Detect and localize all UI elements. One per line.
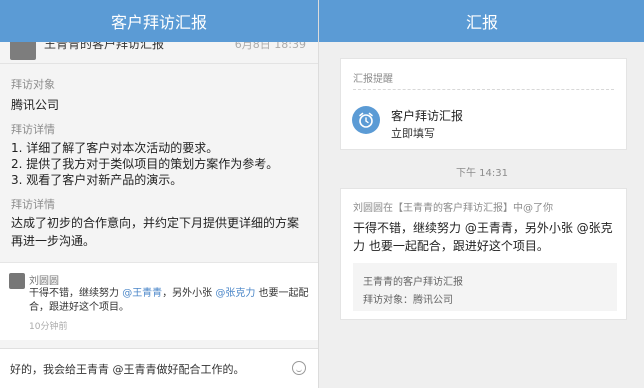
visit-detail-list: 1. 详细了解了客户对本次活动的要求。 2. 提供了我方对于类似项目的策划方案作… <box>11 140 311 188</box>
mention-header: 刘圆圆在【王青青的客户拜访汇报】中@了你 <box>353 203 553 214</box>
list-item: 1. 详细了解了客户对本次活动的要求。 <box>11 141 219 155</box>
alarm-clock-icon <box>352 106 380 134</box>
smiley-icon[interactable] <box>292 361 306 375</box>
visit-detail-label: 拜访详情 <box>11 123 55 136</box>
page-header: 汇报 <box>319 0 644 42</box>
comment-text-part: 干得不错，继续努力 <box>29 288 123 299</box>
report-detail-panel: 王青青的客户拜访汇报 6月8日 18:39 客户拜访汇报 拜访对象 腾讯公司 拜… <box>0 0 318 388</box>
reminder-label: 汇报提醒 <box>353 74 393 85</box>
comment-input[interactable]: 好的，我会给王青青 @王青青做好配合工作的。 <box>10 361 245 377</box>
mention-card[interactable]: 刘圆圆在【王青青的客户拜访汇报】中@了你 干得不错，继续努力 @王青青，另外小张… <box>340 188 627 320</box>
mention-link[interactable]: @张克力 <box>215 288 255 299</box>
comment-time: 10分钟前 <box>29 322 68 332</box>
page-title: 汇报 <box>465 13 498 32</box>
reminder-card[interactable]: 汇报提醒 客户拜访汇报 立即填写 <box>340 58 627 150</box>
commenter-avatar <box>9 273 25 289</box>
conclusion-label: 拜访详情 <box>11 198 55 211</box>
mention-message: 干得不错，继续努力 @王青青，另外小张 @张克力 也要一起配合，跟进好这个项目。 <box>353 221 613 253</box>
mention-link[interactable]: @王青青 <box>122 288 162 299</box>
commenter-name: 刘圆圆 <box>29 276 59 287</box>
list-item: 2. 提供了我方对于类似项目的策划方案作为参考。 <box>11 157 279 171</box>
comment-input-bar[interactable]: 好的，我会给王青青 @王青青做好配合工作的。 <box>0 348 318 388</box>
reference-subtitle: 拜访对象：腾讯公司 <box>363 295 453 306</box>
list-item: 3. 观看了客户对新产品的演示。 <box>11 173 183 187</box>
comment-card: 刘圆圆 干得不错，继续努力 @王青青，另外小张 @张克力 也要一起配合，跟进好这… <box>0 262 318 340</box>
comment-text: 干得不错，继续努力 @王青青，另外小张 @张克力 也要一起配合，跟进好这个项目。 <box>29 287 309 315</box>
comment-text-part: ，另外小张 <box>162 288 216 299</box>
reference-title: 王青青的客户拜访汇报 <box>363 277 463 288</box>
report-notification-panel: 汇报 汇报提醒 客户拜访汇报 立即填写 下午 14:31 刘圆圆在【王青青的客户… <box>318 0 644 388</box>
fill-now-link[interactable]: 立即填写 <box>391 125 435 141</box>
reminder-title: 客户拜访汇报 <box>391 109 464 123</box>
page-title: 客户拜访汇报 <box>110 13 207 32</box>
visit-target-label: 拜访对象 <box>11 78 55 91</box>
report-reference[interactable]: 王青青的客户拜访汇报 拜访对象：腾讯公司 <box>353 263 617 311</box>
visit-target-value: 腾讯公司 <box>11 98 60 112</box>
conclusion-text: 达成了初步的合作意向，并约定下月提供更详细的方案再进一步沟通。 <box>11 216 300 248</box>
page-header: 客户拜访汇报 <box>0 0 318 42</box>
timestamp: 下午 14:31 <box>456 168 508 179</box>
divider <box>353 89 614 90</box>
